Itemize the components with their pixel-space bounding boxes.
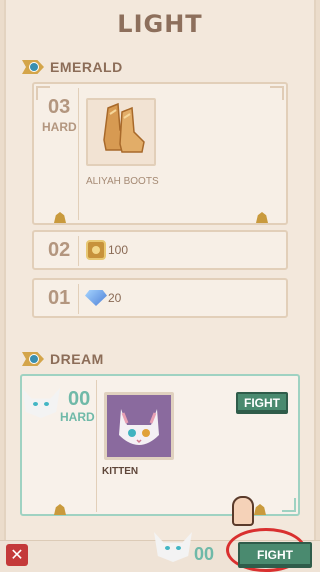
dream-section-header: DREAM <box>22 350 104 368</box>
reward-name: ALIYAH BOOTS <box>86 176 159 187</box>
divider <box>78 284 79 314</box>
bottom-fight-button[interactable]: FIGHT <box>238 542 312 568</box>
lock-icon <box>54 212 66 223</box>
lock-icon <box>256 212 268 223</box>
tier-difficulty: HARD <box>42 120 77 134</box>
lock-icon <box>254 504 266 515</box>
emerald-tier-02[interactable]: 02 100 <box>32 230 288 270</box>
pointing-hand-icon <box>232 496 254 526</box>
boots-icon <box>103 102 145 153</box>
bottom-level: 00 <box>194 544 215 564</box>
diamond-icon <box>85 290 107 306</box>
tier-difficulty: HARD <box>60 410 95 424</box>
divider <box>78 88 79 220</box>
page-title: LIGHT <box>117 10 203 38</box>
dream-fight-button[interactable]: FIGHT <box>236 392 288 414</box>
dream-tier-00[interactable]: 00 HARD KITTEN FIGHT <box>20 374 300 516</box>
divider <box>96 380 97 512</box>
emerald-tier-01[interactable]: 01 20 <box>32 278 288 318</box>
close-icon[interactable]: ✕ <box>6 544 28 566</box>
emerald-section-label: EMERALD <box>50 59 123 75</box>
coin-icon <box>86 240 106 260</box>
tier-number: 01 <box>48 287 71 309</box>
tier-number: 03 <box>48 96 71 118</box>
emerald-section-header: EMERALD <box>22 58 123 76</box>
tier-number: 00 <box>68 388 91 410</box>
corner-ornament <box>282 498 296 512</box>
emerald-tier-03[interactable]: 03 HARD ALIYAH BOOTS <box>32 82 288 225</box>
divider <box>78 236 79 266</box>
lock-icon <box>54 504 66 515</box>
kitten-icon <box>119 409 159 445</box>
reward-value: 100 <box>108 243 129 257</box>
reward-card-kitten[interactable] <box>104 392 174 460</box>
reward-name: KITTEN <box>102 466 139 477</box>
tier-number: 02 <box>48 239 71 261</box>
corner-ornament <box>270 86 284 100</box>
reward-value: 20 <box>108 291 122 305</box>
gem-arrow-icon <box>22 352 44 366</box>
gem-arrow-icon <box>22 60 44 74</box>
dream-section-label: DREAM <box>50 351 104 367</box>
reward-card-boots[interactable] <box>86 98 156 166</box>
